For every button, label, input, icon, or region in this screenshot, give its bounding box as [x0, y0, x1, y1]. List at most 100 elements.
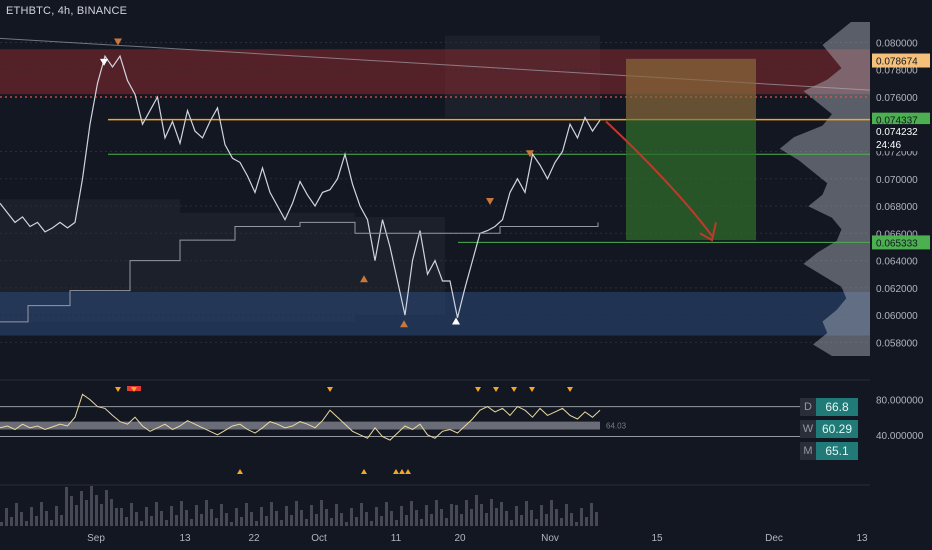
rsi-value-label: 64.03: [606, 422, 627, 431]
volume-bar: [360, 503, 363, 526]
volume-bar: [285, 506, 288, 526]
volume-bar: [345, 522, 348, 526]
volume-bar: [220, 504, 223, 526]
rsi-tick-label: 40.000000: [876, 431, 924, 442]
volume-bar: [325, 509, 328, 526]
y-tick-label: 0.080000: [876, 38, 918, 49]
volume-bar: [340, 513, 343, 526]
volume-bar: [250, 512, 253, 526]
volume-bar: [80, 491, 83, 526]
volume-bar: [160, 511, 163, 526]
volume-bar: [140, 521, 143, 526]
volume-bar: [115, 508, 118, 526]
volume-bar: [110, 499, 113, 526]
volume-bar: [565, 504, 568, 526]
symbol-title[interactable]: ETHBTC, 4h, BINANCE: [6, 5, 127, 17]
volume-bar: [0, 522, 3, 526]
volume-bar: [445, 518, 448, 526]
volume-bar: [560, 518, 563, 526]
volume-bar: [405, 515, 408, 526]
y-tick-label: 0.070000: [876, 175, 918, 186]
volume-bar: [410, 501, 413, 526]
volume-bar: [530, 510, 533, 526]
price-chart[interactable]: 64.0380.00000040.000000 0.0800000.078000…: [0, 0, 932, 550]
x-tick-label: 20: [454, 533, 466, 544]
volume-bar: [515, 506, 518, 526]
demand-zone: [0, 291, 870, 336]
volume-bar: [380, 516, 383, 526]
volume-bar: [275, 511, 278, 526]
volume-bar: [315, 514, 318, 526]
rsi-tick-label: 80.000000: [876, 396, 924, 407]
y-tick-label: 0.076000: [876, 93, 918, 104]
volume-bar: [505, 511, 508, 526]
volume-bar: [280, 520, 283, 526]
volume-bar: [60, 515, 63, 526]
volume-bar: [535, 519, 538, 526]
volume-bar: [130, 503, 133, 526]
volume-bar: [460, 514, 463, 526]
volume-bar: [190, 519, 193, 526]
y-tick-label: 0.060000: [876, 311, 918, 322]
price-label: 24:46: [876, 140, 901, 151]
volume-bar: [205, 500, 208, 526]
volume-bar: [295, 501, 298, 526]
target-zone-box: [626, 120, 756, 241]
volume-bar: [370, 521, 373, 526]
mtf-rsi-monthly: M 65.1: [800, 442, 858, 460]
volume-bar: [490, 499, 493, 526]
volume-bar: [150, 516, 153, 526]
volume-bar: [40, 502, 43, 526]
mtf-key: M: [800, 442, 816, 460]
mtf-value: 65.1: [816, 442, 858, 460]
volume-bar: [30, 507, 33, 526]
volume-bar: [595, 512, 598, 526]
x-tick-label: Oct: [311, 533, 327, 544]
x-tick-label: 15: [651, 533, 663, 544]
volume-bar: [25, 521, 28, 526]
volume-bar: [475, 495, 478, 526]
volume-bar: [55, 506, 58, 526]
volume-bar: [105, 490, 108, 526]
y-tick-label: 0.064000: [876, 257, 918, 268]
volume-bar: [100, 504, 103, 526]
volume-bar: [10, 517, 13, 526]
y-tick-label: 0.058000: [876, 338, 918, 349]
volume-bar: [465, 500, 468, 526]
volume-bar: [525, 501, 528, 526]
volume-bar: [195, 505, 198, 526]
volume-bar: [520, 515, 523, 526]
x-tick-label: 22: [248, 533, 260, 544]
volume-bar: [320, 500, 323, 526]
volume-bar: [200, 514, 203, 526]
volume-bar: [270, 502, 273, 526]
volume-bar: [365, 512, 368, 526]
volume-bar: [45, 511, 48, 526]
volume-bar: [590, 503, 593, 526]
price-label: 0.065333: [876, 238, 918, 249]
mtf-rsi-weekly: W 60.29: [800, 420, 858, 438]
volume-bar: [265, 516, 268, 526]
volume-bar: [70, 496, 73, 526]
volume-bar: [235, 508, 238, 526]
volume-bar: [230, 522, 233, 526]
volume-bar: [185, 510, 188, 526]
volume-bar: [20, 512, 23, 526]
y-tick-label: 0.062000: [876, 284, 918, 295]
volume-bar: [120, 508, 123, 526]
volume-bar: [480, 504, 483, 526]
volume-bar: [15, 503, 18, 526]
price-label: 0.078674: [876, 57, 918, 68]
volume-bar: [575, 522, 578, 526]
volume-bar: [485, 513, 488, 526]
volume-bar: [335, 504, 338, 526]
price-label: 0.074232: [876, 127, 918, 138]
mtf-value: 66.8: [816, 398, 858, 416]
volume-bar: [500, 502, 503, 526]
volume-bar: [215, 518, 218, 526]
volume-bar: [210, 509, 213, 526]
volume-bar: [395, 520, 398, 526]
volume-bar: [175, 515, 178, 526]
volume-bar: [35, 516, 38, 526]
volume-bar: [400, 506, 403, 526]
